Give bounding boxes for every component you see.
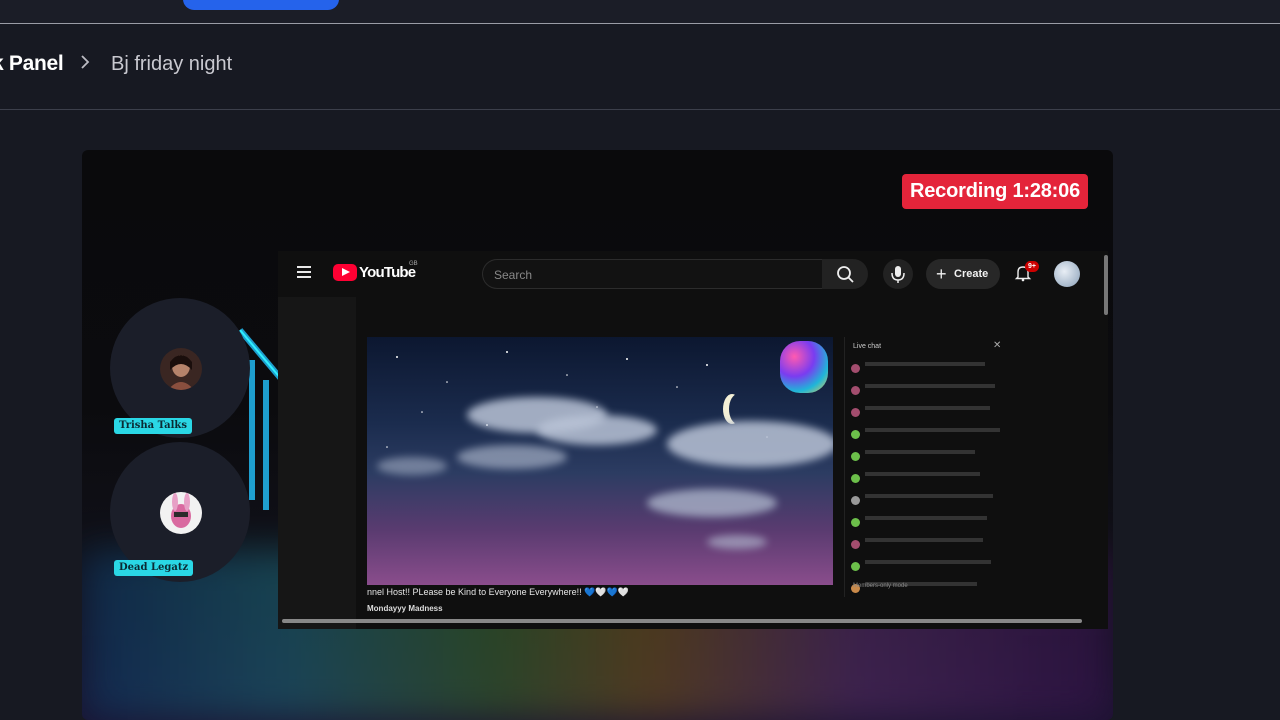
search-button[interactable] — [822, 259, 868, 289]
country-code: GB — [409, 261, 418, 267]
live-chat-header[interactable]: Live chat — [853, 343, 881, 350]
horizontal-scrollbar[interactable] — [282, 619, 1082, 623]
cloud-graphic — [647, 489, 777, 517]
search-icon — [837, 266, 854, 283]
participant-cam-1[interactable] — [110, 298, 250, 438]
youtube-logo-icon[interactable] — [333, 264, 357, 281]
stream-preview: Recording 1:28:06 Trisha Talks Dead Lega… — [82, 150, 1113, 720]
notification-badge: 9+ — [1025, 261, 1039, 272]
cloud-graphic — [457, 445, 567, 469]
vertical-scrollbar[interactable] — [1104, 255, 1108, 315]
create-label: Create — [954, 268, 989, 280]
avatar — [160, 492, 202, 534]
search-input[interactable]: Search — [482, 259, 822, 289]
search-placeholder: Search — [494, 268, 533, 282]
recording-timer-badge: Recording 1:28:06 — [902, 174, 1088, 209]
breadcrumb-root-link[interactable]: k Panel — [0, 52, 64, 76]
teddy-bear-overlay — [780, 341, 828, 393]
top-bar — [0, 0, 1280, 24]
list-item — [845, 538, 1015, 557]
close-icon[interactable]: ✕ — [993, 340, 1001, 351]
list-item — [845, 406, 1015, 425]
breadcrumb-current: Bj friday night — [111, 53, 233, 75]
participant-name-2: Dead Legatz — [114, 560, 194, 576]
video-player[interactable] — [367, 337, 833, 585]
avatar — [160, 348, 202, 390]
shared-screen-youtube: YouTube GB Search + Create 9+ nnel Host!… — [278, 251, 1108, 629]
cloud-graphic — [377, 457, 447, 475]
youtube-header: YouTube GB Search + Create 9+ — [278, 251, 1108, 297]
cloud-graphic — [707, 535, 767, 549]
list-item — [845, 560, 1015, 579]
cloud-graphic — [537, 415, 657, 445]
microphone-icon — [891, 266, 905, 283]
voice-search-button[interactable] — [883, 259, 913, 289]
youtube-sidebar — [278, 297, 356, 629]
live-chat-panel: Live chat ✕ Members-only mode — [844, 337, 1020, 597]
participant-name-1: Trisha Talks — [114, 418, 192, 434]
list-item — [845, 494, 1015, 513]
list-item — [845, 516, 1015, 535]
list-item — [845, 450, 1015, 469]
create-button[interactable]: + Create — [926, 259, 1000, 289]
list-item — [845, 472, 1015, 491]
list-item — [845, 362, 1015, 381]
hamburger-menu-icon[interactable] — [297, 266, 311, 278]
moon-graphic — [729, 394, 747, 424]
youtube-wordmark[interactable]: YouTube — [359, 264, 416, 281]
list-item — [845, 384, 1015, 403]
chevron-right-icon — [80, 54, 90, 70]
list-item — [845, 428, 1015, 447]
top-action-button[interactable] — [183, 0, 339, 10]
chat-message-list — [845, 359, 1015, 601]
account-avatar[interactable] — [1054, 261, 1080, 287]
members-only-mode-label: Members-only mode — [853, 583, 908, 589]
cloud-graphic — [667, 421, 833, 467]
plus-icon: + — [936, 264, 947, 284]
scrolling-ticker: nnel Host!! PLease be Kind to Everyone E… — [367, 587, 629, 597]
video-title[interactable]: Mondayyy Madness — [367, 604, 443, 613]
